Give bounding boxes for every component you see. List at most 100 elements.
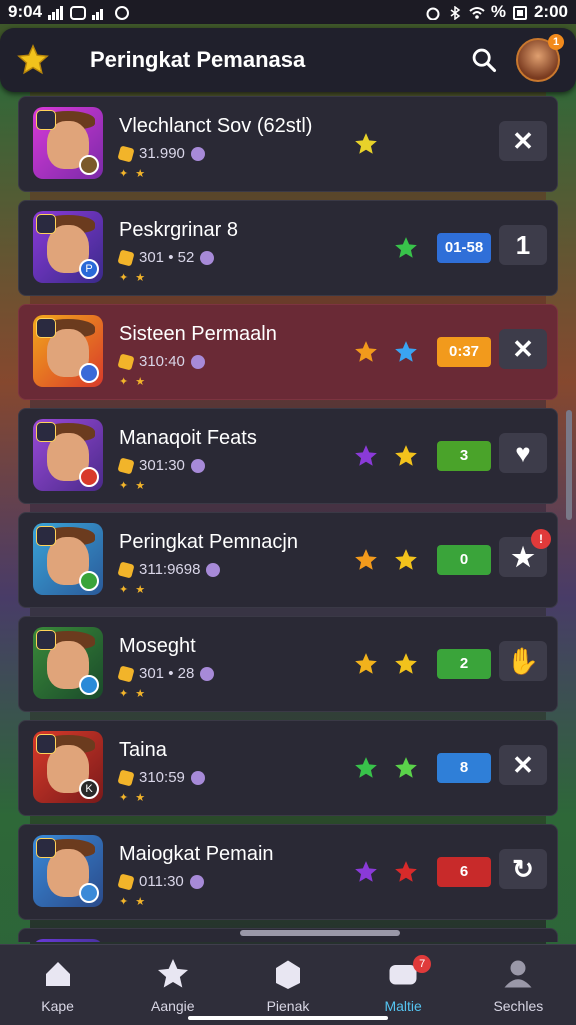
- row-action-label: ✕: [512, 750, 534, 780]
- mini-stars-icon: ✦ ★: [119, 792, 148, 804]
- status-time-right: 2:00: [533, 2, 568, 21]
- score-value: 310:40: [139, 353, 185, 370]
- player-avatar[interactable]: [33, 939, 103, 942]
- star-icon: [355, 133, 377, 154]
- alarm-icon: [425, 5, 441, 21]
- star-icon: [395, 757, 417, 778]
- mini-stars-icon: ✦ ★: [119, 168, 148, 180]
- row-action-button[interactable]: ✋: [499, 641, 547, 681]
- status-badge: 2: [437, 649, 491, 679]
- row-action-label: ♥: [515, 438, 531, 468]
- status-badge: 8: [437, 753, 491, 783]
- nav-item-star[interactable]: Aangie: [123, 949, 223, 1021]
- list-item[interactable]: Manaqoit Feats 301:30 ✦ ★ 3 ♥: [18, 408, 558, 504]
- nav-label: Sechles: [493, 998, 544, 1014]
- list-item[interactable]: Sisteen Permaaln 310:40 ✦ ★ 0:37 ✕: [18, 304, 558, 400]
- list-item[interactable]: Maiogkat Pemain 011:30 ✦ ★ 6 ↻: [18, 824, 558, 920]
- rank-emblem-icon: [36, 526, 56, 546]
- nav-item-profile[interactable]: Sechles: [468, 949, 568, 1021]
- row-action-label: ↻: [512, 854, 534, 884]
- rank-emblem-icon: [36, 422, 56, 442]
- notification-badge: !: [531, 529, 551, 549]
- player-score: 301:30: [117, 456, 205, 475]
- home-icon: [45, 962, 70, 986]
- row-action-button[interactable]: ★!: [499, 529, 551, 577]
- wifi-icon: [469, 5, 485, 19]
- nav-item-box[interactable]: Pienak: [238, 949, 338, 1021]
- status-badge: 6: [437, 857, 491, 887]
- player-avatar[interactable]: [33, 419, 103, 491]
- player-avatar[interactable]: [33, 107, 103, 179]
- leaderboard-list[interactable]: Vlechlanct Sov (62stl) 31.990 ✦ ★ ✕ P Peskrgr…: [18, 96, 558, 942]
- scrollbar[interactable]: [566, 410, 572, 520]
- player-name: Vlechlanct Sov (62stl): [119, 115, 313, 137]
- row-action-button[interactable]: ✕: [499, 329, 547, 369]
- row-action-button[interactable]: 1: [499, 225, 547, 265]
- list-item[interactable]: Moseght 301 • 28 ✦ ★ 2 ✋: [18, 616, 558, 712]
- row-action-button[interactable]: ♥: [499, 433, 547, 473]
- player-avatar[interactable]: [33, 523, 103, 595]
- score-value: 301 • 28: [139, 665, 195, 682]
- bottom-nav: Kape Aangie Pienak Maltie 7 Sechles: [0, 944, 576, 1025]
- coin-icon: [117, 352, 135, 371]
- notification-icon: [70, 5, 87, 20]
- player-name: Maiogkat Pemain: [119, 843, 274, 865]
- rank-emblem-icon: [36, 318, 56, 338]
- avatar[interactable]: 1: [516, 34, 564, 82]
- player-score: 310:59: [117, 768, 205, 787]
- list-item[interactable]: P Peskrgrinar 8 301 • 52 ✦ ★ 01-58 1: [18, 200, 558, 296]
- player-avatar[interactable]: [33, 627, 103, 699]
- battery-icon: [512, 5, 528, 20]
- player-name: Manaqoit Feats: [119, 427, 257, 449]
- row-action-button[interactable]: ✕: [499, 745, 547, 785]
- nav-label: Kape: [41, 998, 74, 1014]
- player-name: Peskrgrinar 8: [119, 219, 238, 241]
- nav-item-home[interactable]: Kape: [8, 949, 108, 1021]
- player-avatar[interactable]: [33, 315, 103, 387]
- avatar-badge: 1: [548, 34, 564, 50]
- list-item[interactable]: K Taina 310:59 ✦ ★ 8 ✕: [18, 720, 558, 816]
- mini-stars-icon: ✦ ★: [119, 896, 148, 908]
- level-badge-icon: K: [79, 779, 99, 799]
- gem-icon: [200, 666, 215, 681]
- player-score: 301 • 52: [117, 248, 215, 267]
- player-avatar[interactable]: P: [33, 211, 103, 283]
- status-badge: 01-58: [437, 233, 491, 263]
- nav-label: Aangie: [150, 998, 195, 1014]
- player-avatar[interactable]: [33, 835, 103, 907]
- list-item[interactable]: Peringkat Pemnacjn 311:9698 ✦ ★ 0 ★!: [18, 512, 558, 608]
- box-icon: [275, 960, 300, 989]
- coin-icon: [117, 456, 135, 475]
- star-icon: [395, 861, 417, 882]
- gem-icon: [190, 354, 205, 369]
- sync-icon: [114, 5, 130, 20]
- row-action-button[interactable]: ↻: [499, 849, 547, 889]
- gesture-bar[interactable]: [188, 1016, 388, 1020]
- gem-icon: [190, 770, 205, 785]
- star-icon: [395, 341, 417, 362]
- row-action-button[interactable]: ✕: [499, 121, 547, 161]
- rank-emblem-icon: [36, 110, 56, 130]
- status-badge: 3: [437, 441, 491, 471]
- star-icon: [355, 757, 377, 778]
- player-score: 011:30: [117, 872, 204, 891]
- coin-icon: [117, 664, 135, 683]
- battery-percent: %: [490, 2, 506, 21]
- search-icon[interactable]: [470, 46, 498, 74]
- score-value: 301 • 52: [139, 249, 195, 266]
- gem-icon: [189, 874, 204, 889]
- player-score: 311:9698: [117, 560, 221, 579]
- player-score: 31.990: [117, 144, 205, 163]
- notification-badge: 7: [413, 955, 432, 973]
- horizontal-scroll-indicator[interactable]: [240, 930, 400, 936]
- player-name: Taina: [119, 739, 167, 761]
- score-value: 31.990: [139, 145, 185, 162]
- gem-icon: [190, 146, 205, 161]
- score-value: 311:9698: [139, 561, 201, 578]
- level-badge-icon: [79, 883, 99, 903]
- status-badge: 0:37: [437, 337, 491, 367]
- star-icon[interactable]: [16, 43, 50, 77]
- player-avatar[interactable]: K: [33, 731, 103, 803]
- nav-item-chat[interactable]: Maltie 7: [353, 949, 453, 1021]
- list-item[interactable]: Vlechlanct Sov (62stl) 31.990 ✦ ★ ✕: [18, 96, 558, 192]
